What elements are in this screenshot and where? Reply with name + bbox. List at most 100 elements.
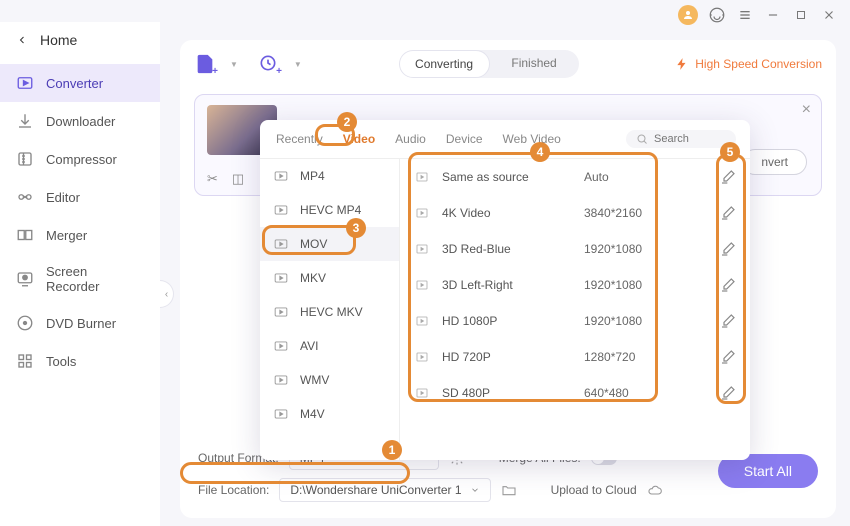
format-tab-device[interactable]: Device (444, 128, 485, 150)
sidebar-item-compressor[interactable]: Compressor (0, 140, 160, 178)
video-icon (414, 207, 430, 219)
nav-label: Converter (46, 76, 103, 91)
edit-preset-icon[interactable] (720, 241, 736, 257)
tools-icon (16, 352, 34, 370)
video-icon (414, 171, 430, 183)
resolution-value: 1920*1080 (584, 278, 708, 292)
format-option-mp4[interactable]: MP4 (260, 159, 399, 193)
video-icon (414, 279, 430, 291)
converter-icon (16, 74, 34, 92)
crop-icon[interactable]: ◫ (232, 171, 244, 187)
sidebar-item-screen-recorder[interactable]: Screen Recorder (0, 254, 160, 304)
add-file-icon[interactable]: + (194, 53, 216, 75)
format-option-hevc-mp4[interactable]: HEVC MP4 (260, 193, 399, 227)
segment-converting[interactable]: Converting (399, 50, 490, 78)
open-folder-icon[interactable] (501, 482, 517, 498)
avatar[interactable] (678, 5, 698, 25)
collapse-sidebar[interactable]: ‹ (160, 280, 174, 308)
format-option-mov[interactable]: MOV (260, 227, 399, 261)
editor-icon (16, 188, 34, 206)
video-icon (414, 387, 430, 399)
back-home[interactable]: Home (0, 22, 160, 58)
format-option-mkv[interactable]: MKV (260, 261, 399, 295)
resolution-row[interactable]: HD 1080P 1920*1080 (400, 303, 750, 339)
file-location-label: File Location: (198, 483, 269, 497)
sidebar-item-converter[interactable]: Converter (0, 64, 160, 102)
upload-label: Upload to Cloud (551, 483, 637, 497)
format-tab-recently[interactable]: Recently (274, 128, 325, 150)
resolution-value: 1280*720 (584, 350, 708, 364)
resolution-name: Same as source (442, 170, 572, 184)
menu-icon[interactable] (736, 6, 754, 24)
format-tab-audio[interactable]: Audio (393, 128, 428, 150)
format-icon (272, 203, 290, 217)
edit-preset-icon[interactable] (720, 313, 736, 329)
format-icon (272, 237, 290, 251)
file-location-select[interactable]: D:\Wondershare UniConverter 1 (279, 478, 490, 502)
nav-label: Downloader (46, 114, 115, 129)
remove-file-icon[interactable]: × (802, 101, 811, 119)
add-folder-icon[interactable]: + (258, 53, 280, 75)
format-option-avi[interactable]: AVI (260, 329, 399, 363)
nav-label: Tools (46, 354, 76, 369)
annotation-5: 5 (720, 142, 740, 162)
resolution-row[interactable]: 3D Left-Right1920*1080 (400, 267, 750, 303)
cloud-icon[interactable] (647, 482, 663, 498)
format-icon (272, 407, 290, 421)
maximize-icon[interactable] (792, 6, 810, 24)
resolution-value: 1920*1080 (584, 314, 708, 328)
resolution-name: HD 720P (442, 350, 572, 364)
status-segment: Converting Finished (399, 50, 579, 78)
resolution-row[interactable]: 3D Red-Blue 1920*1080 (400, 231, 750, 267)
sidebar-item-tools[interactable]: Tools (0, 342, 160, 380)
merger-icon (16, 226, 34, 244)
edit-preset-icon[interactable] (720, 385, 736, 401)
annotation-1: 1 (382, 440, 402, 460)
format-icon (272, 305, 290, 319)
resolution-name: 4K Video (442, 206, 572, 220)
nav-label: Merger (46, 228, 87, 243)
edit-preset-icon[interactable] (720, 277, 736, 293)
resolution-row[interactable]: Same as source Auto (400, 159, 750, 195)
annotation-3: 3 (346, 218, 366, 238)
resolution-value: 1920*1080 (584, 242, 708, 256)
edit-preset-icon[interactable] (720, 205, 736, 221)
edit-preset-icon[interactable] (720, 169, 736, 185)
trim-icon[interactable]: ✂ (207, 171, 218, 187)
resolution-row[interactable]: 4K Video 3840*2160 (400, 195, 750, 231)
segment-finished[interactable]: Finished (490, 50, 579, 78)
search-icon (636, 133, 648, 145)
format-option-hevc-mkv[interactable]: HEVC MKV (260, 295, 399, 329)
support-icon[interactable] (708, 6, 726, 24)
sidebar-item-dvd-burner[interactable]: DVD Burner (0, 304, 160, 342)
resolution-value: Auto (584, 170, 708, 184)
high-speed-badge: High Speed Conversion (675, 57, 822, 71)
video-icon (414, 243, 430, 255)
close-icon[interactable] (820, 6, 838, 24)
sidebar-item-downloader[interactable]: Downloader (0, 102, 160, 140)
nav-label: Editor (46, 190, 80, 205)
edit-preset-icon[interactable] (720, 349, 736, 365)
nav-label: Compressor (46, 152, 117, 167)
sidebar-item-merger[interactable]: Merger (0, 216, 160, 254)
format-icon (272, 339, 290, 353)
resolution-name: HD 1080P (442, 314, 572, 328)
download-icon (16, 112, 34, 130)
convert-button[interactable]: nvert (742, 149, 807, 175)
nav-label: DVD Burner (46, 316, 116, 331)
recorder-icon (16, 270, 34, 288)
video-icon (414, 315, 430, 327)
resolution-row[interactable]: HD 720P 1280*720 (400, 339, 750, 375)
format-search-input[interactable] (654, 133, 724, 145)
resolution-value: 3840*2160 (584, 206, 708, 220)
format-option-m4v[interactable]: M4V (260, 397, 399, 431)
resolution-name: 3D Red-Blue (442, 242, 572, 256)
format-icon (272, 271, 290, 285)
resolution-value: 640*480 (584, 386, 708, 400)
minimize-icon[interactable] (764, 6, 782, 24)
sidebar-item-editor[interactable]: Editor (0, 178, 160, 216)
annotation-2: 2 (337, 112, 357, 132)
nav-label: Screen Recorder (46, 264, 144, 294)
resolution-row[interactable]: SD 480P640*480 (400, 375, 750, 411)
format-option-wmv[interactable]: WMV (260, 363, 399, 397)
